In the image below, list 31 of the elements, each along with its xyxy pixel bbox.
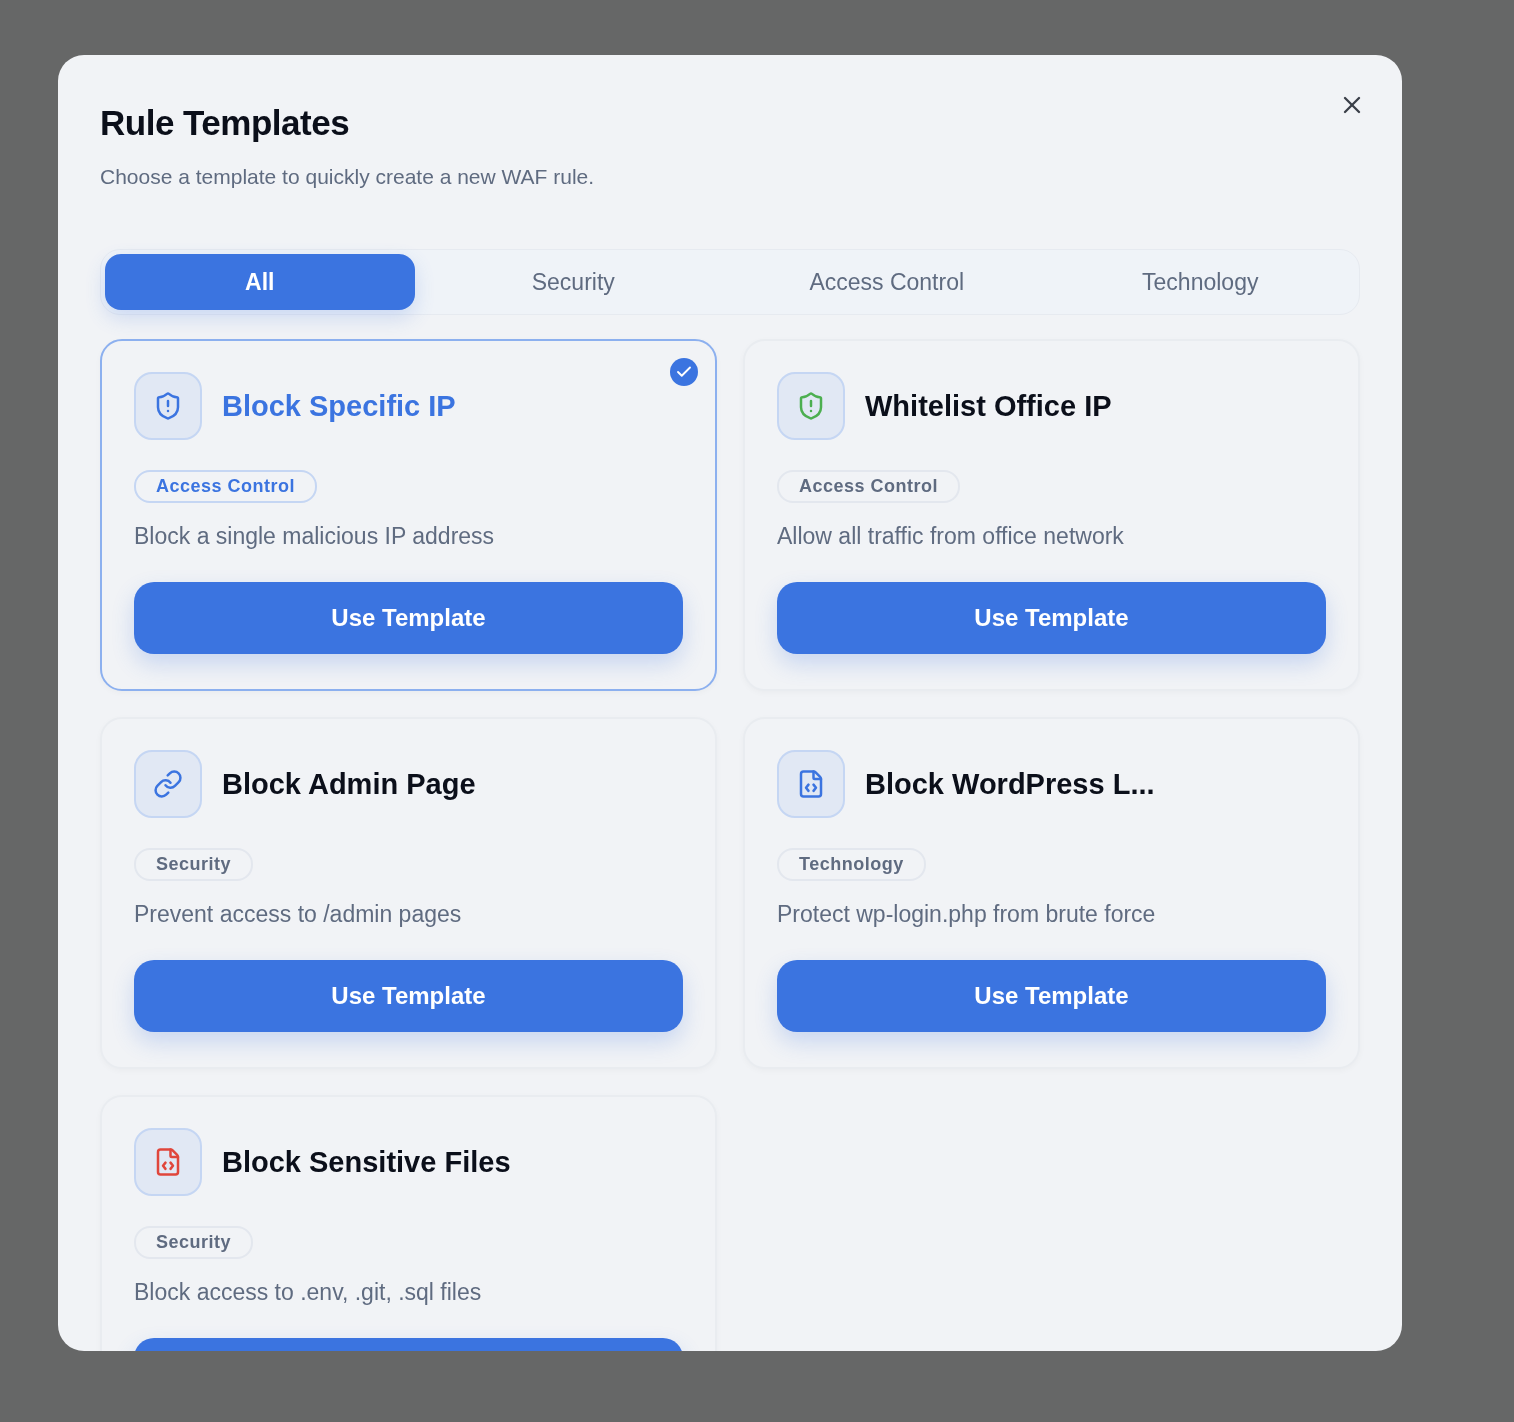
template-title: Block Specific IP: [222, 389, 456, 423]
use-template-button[interactable]: Use Template: [134, 582, 683, 654]
template-description: Allow all traffic from office network: [777, 523, 1125, 550]
template-card[interactable]: Block Sensitive Files Security Block access to .env, .git, .sql files: [100, 1095, 717, 1351]
template-description: Protect wp-login.php from brute force: [777, 901, 1157, 928]
template-title: Whitelist Office IP: [865, 389, 1112, 423]
category-tab[interactable]: Technology: [1045, 254, 1355, 310]
category-tag: Access Control: [134, 470, 318, 503]
template-description: Prevent access to /admin pages: [134, 901, 463, 928]
template-title: Block WordPress L...: [865, 767, 1155, 801]
use-template-button[interactable]: Use Template: [777, 582, 1326, 654]
use-template-button[interactable]: Use Template: [134, 960, 683, 1032]
category-tag: Security: [134, 848, 254, 881]
category-tab[interactable]: Access Control: [732, 254, 1042, 310]
template-card[interactable]: Block Admin Page Security Prevent access to /admin pages Use Template: [100, 717, 717, 1069]
dialog-title: Rule Templates: [100, 103, 351, 143]
template-description: Block a single malicious IP address: [134, 523, 496, 550]
selected-check-icon: [670, 358, 698, 386]
category-tab[interactable]: All: [105, 254, 415, 310]
template-card[interactable]: Whitelist Office IP Access Control Allow all traffic from office network Use Template: [743, 339, 1360, 691]
category-tag: Security: [134, 1226, 254, 1259]
template-card[interactable]: Block Specific IP Access Control Block a single malicious IP address Use Template: [100, 339, 717, 691]
template-title: Block Admin Page: [222, 767, 476, 801]
category-tag: Technology: [777, 848, 926, 881]
use-template-button[interactable]: Use Template: [777, 960, 1326, 1032]
template-description: Block access to .env, .git, .sql files: [134, 1279, 483, 1306]
dialog-subtitle: Choose a template to quickly create a new WAF rule.: [100, 165, 596, 189]
category-tag: Access Control: [777, 470, 961, 503]
category-tab[interactable]: Security: [418, 254, 728, 310]
template-title: Block Sensitive Files: [222, 1145, 511, 1179]
template-card[interactable]: Block WordPress L... Technology Protect wp-login.php from brute force Use Template: [743, 717, 1360, 1069]
